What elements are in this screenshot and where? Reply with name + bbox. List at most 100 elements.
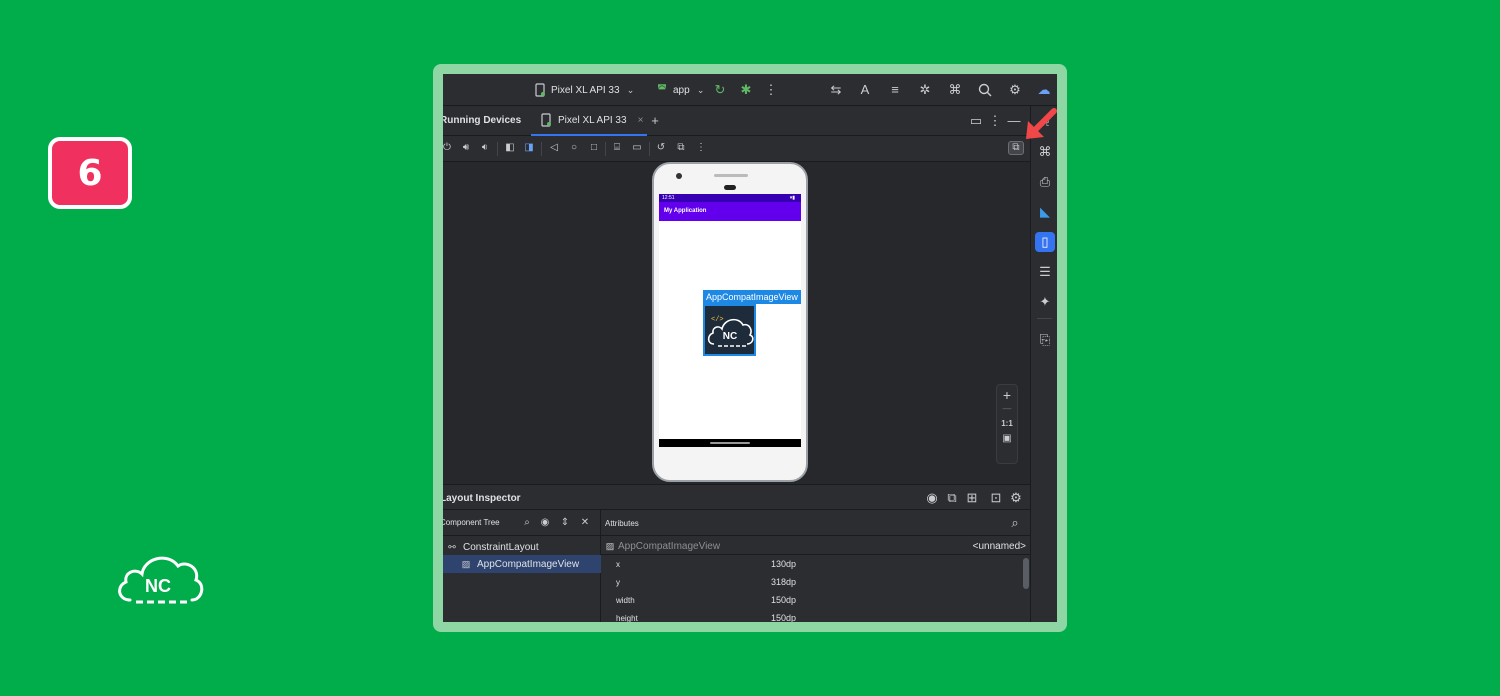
attributes-title: Attributes [605,519,639,528]
debug-icon[interactable]: ✱ [739,83,753,97]
structure-tool-button[interactable]: ☰ [1035,262,1055,282]
running-devices-tool-button[interactable]: ▯ [1035,232,1055,252]
annotation-arrow-icon [1026,108,1057,139]
attribute-value: 318dp [771,577,797,587]
volume-down-icon[interactable]: 🔉︎ [479,142,491,154]
attribute-value: 130dp [771,559,797,569]
sensor [724,185,736,190]
more-vertical-icon[interactable]: ⋮ [764,83,778,97]
image-view-icon: ▨ [605,541,615,551]
power-icon[interactable]: ⏻ [443,142,453,154]
file-search-tool-button[interactable]: ⎘ [1035,330,1055,350]
flutter-icon: ◣ [1040,204,1050,219]
attribute-row[interactable]: height 150dp [601,610,1030,622]
zoom-controls: + — 1:1 ▣ [996,384,1018,464]
zoom-fit-icon[interactable]: ▣ [997,433,1017,444]
translate-icon[interactable]: A [858,83,872,97]
selected-image-view[interactable]: </> NC [703,304,756,356]
brand-logo-text: NC [145,576,171,596]
apply-changes-icon[interactable]: ↻ [713,83,727,97]
emulator-viewport: 12:51 ▾▮ My Application AppCompatImageVi… [443,162,1030,484]
screen-record-icon[interactable]: ▭ [631,142,643,154]
emulator-toolbar: ⏻ 🔊︎ 🔉︎ ◧ ◨ ◁ ○ □ ⌸ ▭ ↺ ⧉ ⋮ ⧉ [443,136,1030,162]
run-config-selector[interactable]: ◚ app ⌄ [655,82,708,98]
cloud-sync-icon[interactable]: ☁ [1037,83,1051,97]
screenshot-icon[interactable]: ⌸ [611,142,623,154]
app-bar: My Application [659,202,801,221]
app-inspection-icon[interactable]: ✲ [918,83,932,97]
more-vertical-icon[interactable]: ⋮ [988,114,1002,128]
layer-spacing-icon[interactable]: ⧉ [945,491,959,505]
brand-logo: NC [112,548,206,610]
attribute-row[interactable]: y 318dp [601,574,1030,592]
structure-list-icon: ☰ [1039,264,1051,279]
settings-gear-icon[interactable]: ⚙ [1009,491,1023,505]
device-manager-tool-button[interactable]: ⌘ [1035,142,1055,162]
eye-icon[interactable]: ◉ [539,516,551,528]
nav-handle[interactable] [710,442,750,444]
close-tab-icon[interactable]: × [638,115,644,126]
home-icon[interactable]: ○ [568,142,580,154]
snapshot-icon[interactable]: ↺ [655,142,667,154]
device-selector[interactable]: Pixel XL API 33 ⌄ [533,82,638,98]
attribute-key: x [616,560,620,569]
device-icon [533,83,547,97]
attribute-key: width [616,596,635,605]
attribute-key: height [616,614,638,622]
attribute-value: 150dp [771,595,797,605]
back-icon[interactable]: ◁ [548,142,560,154]
render-settings-icon[interactable]: ⊞ [965,491,979,505]
search-icon[interactable]: ⌕ [521,516,533,528]
more-vertical-icon[interactable]: ⋮ [695,142,707,154]
component-tree-header: Component Tree ⌕ ◉ ⇕ ✕ [443,510,601,536]
volume-up-icon[interactable]: 🔊︎ [460,142,472,154]
tree-node-label: AppCompatImageView [477,558,580,570]
run-config-label: app [673,84,690,96]
component-tree-panel: Component Tree ⌕ ◉ ⇕ ✕ ⚯ ConstraintLayou… [443,510,601,622]
cloud-logo-icon: NC [118,556,204,604]
minimize-icon[interactable]: — [1007,114,1021,128]
image-text: NC [723,331,737,342]
cloud-code-icon: </> NC [707,316,754,347]
attribute-value: 150dp [771,613,797,622]
search-icon[interactable]: ⌕ [1008,516,1022,530]
running-devices-title: Running Devices [443,115,522,126]
rotate-left-icon[interactable]: ◧ [504,142,516,154]
nav-bar [659,439,801,447]
overview-icon[interactable]: □ [588,142,600,154]
device-manager-icon: ⌘ [1038,144,1052,159]
attributes-panel: Attributes ⌕ ▨ AppCompatImageView <unnam… [601,510,1030,622]
expand-all-icon[interactable]: ⇕ [559,516,571,528]
image-view-icon: ▨ [461,559,471,569]
tree-node-image-view[interactable]: ▨ AppCompatImageView [443,555,601,573]
zoom-out-button[interactable]: — [997,403,1017,413]
tab-label: Pixel XL API 33 [558,114,627,126]
add-tab-icon[interactable]: + [648,114,662,128]
eye-icon[interactable]: ◉ [925,491,939,505]
zoom-actual-button[interactable]: 1:1 [997,419,1017,428]
collapse-all-icon[interactable]: ✕ [579,516,591,528]
attributes-header: Attributes ⌕ [601,510,1030,536]
extended-controls-icon[interactable]: ⧉ [675,142,687,154]
attributes-scrollbar[interactable] [1023,558,1029,589]
device-explorer-tool-button[interactable]: ⎙ [1035,172,1055,192]
flutter-tool-button[interactable]: ◣ [1035,202,1055,222]
device-manager-icon[interactable]: ⌘ [948,83,962,97]
layout-inspector-header: Layout Inspector ◉ ⧉ ⊞ ⊡ ⚙ [443,484,1030,510]
gemini-tool-button[interactable]: ✦ [1035,292,1055,312]
attribute-row[interactable]: x 130dp [601,556,1030,574]
settings-gear-icon[interactable]: ⚙ [1008,83,1022,97]
logcat-icon[interactable]: ≡ [888,83,902,97]
tree-node-label: ConstraintLayout [463,541,539,553]
tab-pixel-xl[interactable]: Pixel XL API 33 × [531,106,647,136]
rotate-right-icon[interactable]: ◨ [523,142,535,154]
running-devices-icon: ▯ [1041,234,1049,249]
tree-node-constraint-layout[interactable]: ⚯ ConstraintLayout [443,538,601,556]
window-layout-icon[interactable]: ▭ [969,114,983,128]
search-icon[interactable] [978,83,992,97]
attribute-row[interactable]: width 150dp [601,592,1030,610]
running-devices-bar: Running Devices Pixel XL API 33 × + ▭ ⋮ … [443,106,1030,136]
snapshot-export-icon[interactable]: ⊡ [989,491,1003,505]
zoom-in-button[interactable]: + [997,387,1017,403]
sync-icon[interactable]: ⇆ [829,83,843,97]
